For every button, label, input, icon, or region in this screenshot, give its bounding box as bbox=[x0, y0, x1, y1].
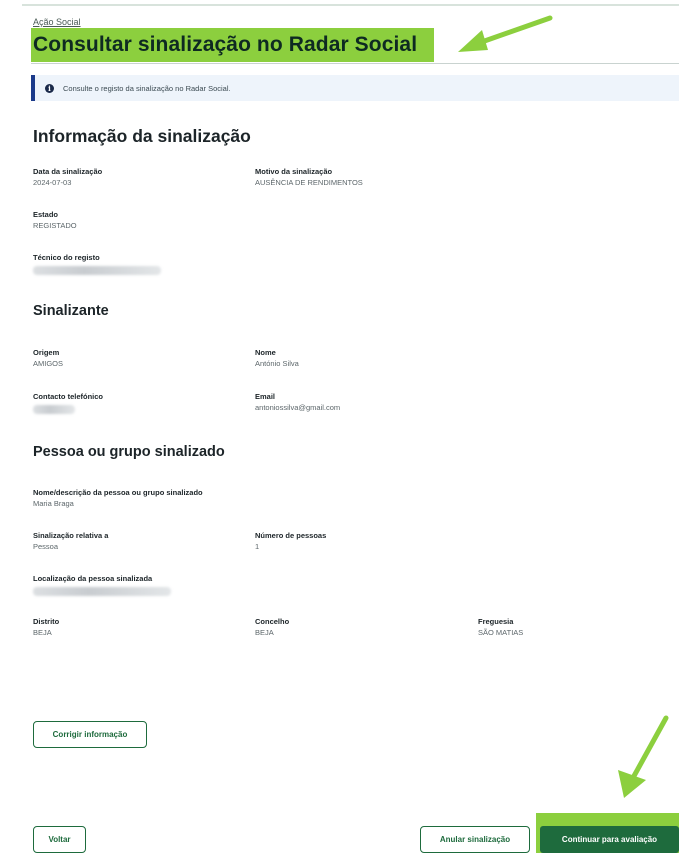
redacted-value bbox=[33, 405, 75, 414]
title-divider bbox=[31, 63, 679, 64]
top-divider bbox=[22, 4, 679, 6]
field-label: Freguesia bbox=[478, 617, 514, 626]
redacted-value bbox=[33, 587, 171, 596]
section-title-info: Informação da sinalização bbox=[33, 126, 251, 146]
field-localizacao: Localização da pessoa sinalizada bbox=[33, 574, 171, 596]
field-label: Distrito bbox=[33, 617, 60, 626]
field-tecnico: Técnico do registo bbox=[33, 253, 161, 275]
field-concelho: Concelho BEJA bbox=[255, 617, 289, 637]
field-label: Número de pessoas bbox=[255, 531, 327, 540]
page-title: Consultar sinalização no Radar Social bbox=[33, 33, 418, 56]
field-value: António Silva bbox=[255, 359, 299, 368]
field-estado: Estado REGISTADO bbox=[33, 210, 77, 230]
annotation-arrow-icon bbox=[618, 715, 669, 798]
info-banner: i Consulte o registo da sinalização no R… bbox=[31, 75, 679, 101]
field-nome-pessoa: Nome/descrição da pessoa ou grupo sinali… bbox=[33, 488, 203, 508]
section-title-sinalizante: Sinalizante bbox=[33, 303, 109, 319]
field-value: AUSÊNCIA DE RENDIMENTOS bbox=[255, 178, 363, 187]
field-label: Contacto telefónico bbox=[33, 392, 104, 401]
continuar-avaliacao-button[interactable]: Continuar para avaliação bbox=[540, 826, 679, 853]
field-nome-sinalizante: Nome António Silva bbox=[255, 348, 299, 368]
field-label: Concelho bbox=[255, 617, 290, 626]
field-label: Origem bbox=[33, 348, 60, 357]
field-freguesia: Freguesia SÃO MATIAS bbox=[478, 617, 523, 637]
field-value: 2024-07-03 bbox=[33, 178, 72, 187]
anular-sinalizacao-button[interactable]: Anular sinalização bbox=[420, 826, 530, 853]
field-value: Pessoa bbox=[33, 542, 59, 551]
field-value: REGISTADO bbox=[33, 221, 77, 230]
field-label: Nome bbox=[255, 348, 276, 357]
field-relativa: Sinalização relativa a Pessoa bbox=[33, 531, 108, 551]
field-data-sinalizacao: Data da sinalização 2024-07-03 bbox=[33, 167, 102, 187]
field-contacto: Contacto telefónico bbox=[33, 392, 103, 414]
field-value: SÃO MATIAS bbox=[478, 628, 524, 637]
field-distrito: Distrito BEJA bbox=[33, 617, 59, 637]
field-email: Email antoniossilva@gmail.com bbox=[255, 392, 340, 412]
corrigir-informacao-button[interactable]: Corrigir informação bbox=[33, 721, 147, 748]
info-icon: i bbox=[45, 83, 54, 93]
section-title-pessoa: Pessoa ou grupo sinalizado bbox=[33, 444, 225, 460]
annotation-arrow-icon bbox=[458, 15, 553, 52]
field-label: Email bbox=[255, 392, 276, 401]
field-value: Maria Braga bbox=[33, 499, 74, 508]
info-message: Consulte o registo da sinalização no Rad… bbox=[63, 83, 231, 93]
field-motivo: Motivo da sinalização AUSÊNCIA DE RENDIM… bbox=[255, 167, 363, 187]
field-label: Sinalização relativa a bbox=[33, 531, 109, 540]
field-value: BEJA bbox=[255, 628, 274, 637]
field-label: Data da sinalização bbox=[33, 167, 103, 176]
field-label: Estado bbox=[33, 210, 59, 219]
redacted-value bbox=[33, 266, 161, 275]
field-label: Localização da pessoa sinalizada bbox=[33, 574, 153, 583]
field-origem: Origem AMIGOS bbox=[33, 348, 63, 368]
field-value: antoniossilva@gmail.com bbox=[255, 403, 341, 412]
field-label: Técnico do registo bbox=[33, 253, 100, 262]
field-label: Nome/descrição da pessoa ou grupo sinali… bbox=[33, 488, 203, 497]
field-numero-pessoas: Número de pessoas 1 bbox=[255, 531, 326, 551]
field-value: BEJA bbox=[33, 628, 52, 637]
field-value: AMIGOS bbox=[33, 359, 64, 368]
breadcrumb[interactable]: Ação Social bbox=[33, 17, 81, 27]
field-value: 1 bbox=[255, 542, 260, 551]
voltar-button[interactable]: Voltar bbox=[33, 826, 86, 853]
field-label: Motivo da sinalização bbox=[255, 167, 333, 176]
